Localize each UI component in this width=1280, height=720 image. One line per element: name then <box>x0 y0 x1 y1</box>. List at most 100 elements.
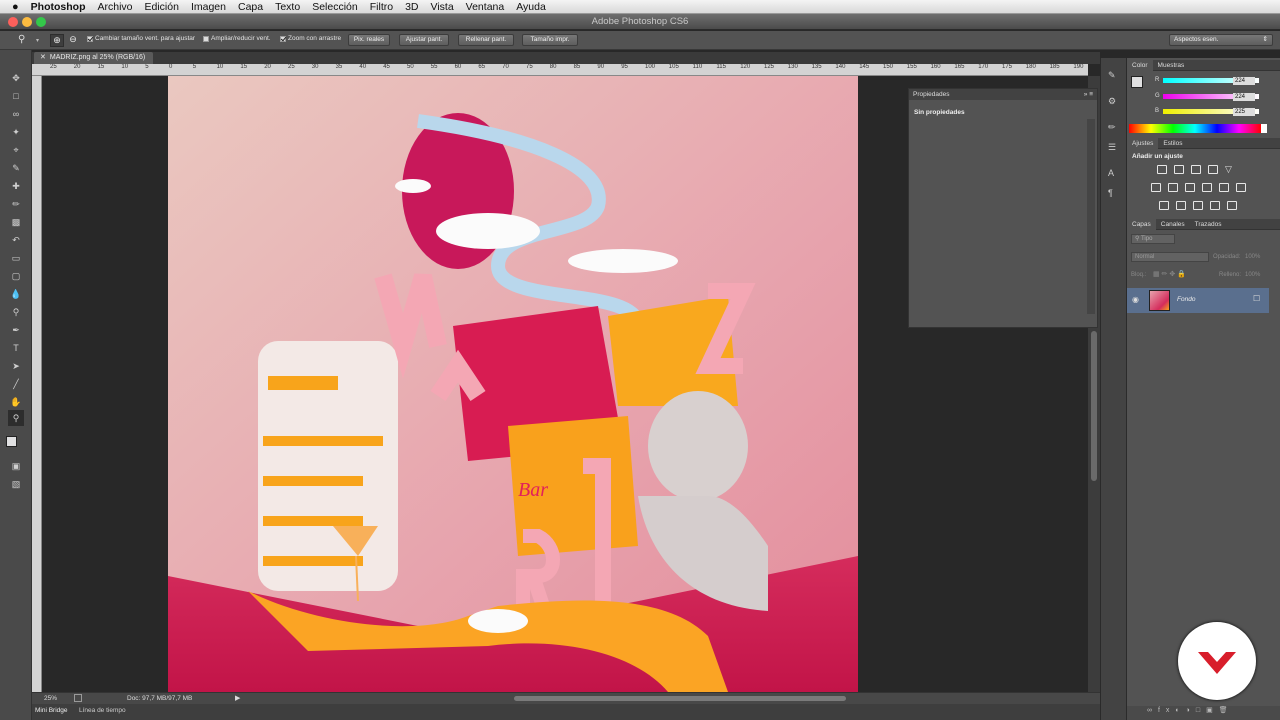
crop-tool-icon[interactable]: ⌖ <box>8 142 24 158</box>
fill-screen-button[interactable]: Rellenar pant. <box>458 34 514 46</box>
photo-filter-icon[interactable] <box>1202 183 1212 192</box>
tab-channels[interactable]: Canales <box>1156 221 1190 228</box>
gradient-tool-icon[interactable]: ▢ <box>8 268 24 284</box>
menu-app[interactable]: Photoshop <box>25 0 92 14</box>
tab-color[interactable]: Color <box>1127 60 1153 71</box>
layer-name[interactable]: Fondo <box>1177 296 1195 303</box>
black-white-icon[interactable] <box>1185 183 1195 192</box>
status-menu-arrow-icon[interactable]: ▶ <box>235 694 240 702</box>
menu-seleccion[interactable]: Selección <box>306 0 364 14</box>
color-foreground-swatch[interactable] <box>1131 76 1143 88</box>
layer-row-fondo[interactable]: ◉ Fondo ☐ <box>1127 288 1269 313</box>
eraser-tool-icon[interactable]: ▭ <box>8 250 24 266</box>
zoom-out-icon[interactable]: ⊖ <box>66 34 80 47</box>
tab-adjustments[interactable]: Ajustes <box>1127 138 1159 149</box>
menu-edicion[interactable]: Edición <box>139 0 185 14</box>
blur-tool-icon[interactable]: 💧 <box>8 286 24 302</box>
path-select-tool-icon[interactable]: ➤ <box>8 358 24 374</box>
quick-mask-icon[interactable]: ▣ <box>8 458 24 474</box>
tab-timeline[interactable]: Línea de tiempo <box>79 707 126 714</box>
color-spectrum-bar[interactable] <box>1129 124 1261 133</box>
fit-window-option[interactable]: Cambiar tamaño vent. para ajustar <box>87 35 195 42</box>
opacity-value[interactable]: 100% <box>1245 254 1260 260</box>
blend-mode-select[interactable]: Normal <box>1131 252 1209 262</box>
vibrance-icon[interactable]: ▽ <box>1225 165 1235 174</box>
type-tool-icon[interactable]: T <box>8 340 24 356</box>
properties-panel-icon[interactable]: ⚙ <box>1108 96 1116 107</box>
fit-screen-button[interactable]: Ajustar pant. <box>399 34 449 46</box>
zoom-all-option[interactable]: Ampliar/reducir vent. <box>203 35 271 42</box>
lasso-tool-icon[interactable]: ∞ <box>8 106 24 122</box>
red-value[interactable]: 224 <box>1233 77 1255 85</box>
channel-mixer-icon[interactable] <box>1219 183 1229 192</box>
zoom-in-icon[interactable]: ⊕ <box>50 34 64 47</box>
menu-imagen[interactable]: Imagen <box>185 0 232 14</box>
layer-filter-select[interactable]: ⚲ Tipo <box>1131 234 1175 244</box>
document-tab[interactable]: ✕ MADRIZ.png al 25% (RGB/16) <box>34 52 154 64</box>
menu-3d[interactable]: 3D <box>399 0 424 14</box>
fill-value[interactable]: 100% <box>1245 272 1260 278</box>
document-info-icon[interactable] <box>74 694 82 702</box>
pen-tool-icon[interactable]: ✒ <box>8 322 24 338</box>
brush-presets-icon[interactable]: ☰ <box>1108 142 1116 153</box>
posterize-icon[interactable] <box>1176 201 1186 210</box>
workspace-select[interactable]: Aspectos esen. ⇕ <box>1169 34 1273 46</box>
lock-icons[interactable]: ▦ ✏ ✥ 🔒 <box>1153 270 1186 278</box>
tab-mini-bridge[interactable]: Mini Bridge <box>35 707 68 714</box>
apple-icon[interactable]: ● <box>0 0 25 14</box>
screen-mode-icon[interactable]: ▧ <box>8 476 24 492</box>
move-tool-icon[interactable]: ✥ <box>8 70 24 86</box>
brush-panel-icon[interactable]: ✏ <box>1108 122 1116 133</box>
quick-select-tool-icon[interactable]: ✦ <box>8 124 24 140</box>
paragraph-panel-icon[interactable]: ¶ <box>1108 188 1113 198</box>
dodge-tool-icon[interactable]: ⚲ <box>8 304 24 320</box>
levels-icon[interactable] <box>1174 165 1184 174</box>
menu-vista[interactable]: Vista <box>425 0 460 14</box>
line-tool-icon[interactable]: ╱ <box>8 376 24 392</box>
panel-collapse-icon[interactable]: » ≡ <box>1084 89 1093 100</box>
tab-layers[interactable]: Capas <box>1127 219 1156 230</box>
invert-icon[interactable] <box>1159 201 1169 210</box>
green-value[interactable]: 224 <box>1233 93 1255 101</box>
layers-footer-toolbar[interactable]: ∞fx◐◑□▣🗑 <box>1127 706 1280 720</box>
selective-color-icon[interactable] <box>1227 201 1237 210</box>
history-brush-tool-icon[interactable]: ↶ <box>8 232 24 248</box>
hue-saturation-icon[interactable] <box>1151 183 1161 192</box>
scrubby-zoom-checkbox[interactable] <box>280 35 286 42</box>
zoom-level[interactable]: 25% <box>44 695 57 702</box>
brightness-contrast-icon[interactable] <box>1157 165 1167 174</box>
vertical-scroll-thumb[interactable] <box>1091 331 1097 481</box>
curves-icon[interactable] <box>1191 165 1201 174</box>
gradient-map-icon[interactable] <box>1210 201 1220 210</box>
hand-tool-icon[interactable]: ✋ <box>8 394 24 410</box>
tab-styles[interactable]: Estilos <box>1158 140 1187 147</box>
history-panel-icon[interactable]: ✎ <box>1108 70 1116 81</box>
visibility-eye-icon[interactable]: ◉ <box>1132 295 1139 304</box>
foreground-color-swatch[interactable] <box>6 436 17 447</box>
print-size-button[interactable]: Tamaño impr. <box>522 34 578 46</box>
zoom-all-checkbox[interactable] <box>203 35 209 42</box>
eyedropper-tool-icon[interactable]: ✎ <box>8 160 24 176</box>
tab-paths[interactable]: Trazados <box>1190 221 1227 228</box>
blue-value[interactable]: 225 <box>1233 108 1255 116</box>
document-image[interactable]: Bar <box>168 76 858 692</box>
white-swatch[interactable] <box>1261 124 1267 133</box>
close-tab-icon[interactable]: ✕ <box>40 54 46 61</box>
horizontal-scroll-thumb[interactable] <box>514 696 846 701</box>
menu-texto[interactable]: Texto <box>269 0 306 14</box>
zoom-tool-icon[interactable]: ⚲ <box>18 34 25 45</box>
menu-archivo[interactable]: Archivo <box>91 0 138 14</box>
healing-brush-tool-icon[interactable]: ✚ <box>8 178 24 194</box>
scrubby-zoom-option[interactable]: Zoom con arrastre <box>280 35 341 42</box>
exposure-icon[interactable] <box>1208 165 1218 174</box>
menu-filtro[interactable]: Filtro <box>364 0 399 14</box>
actual-pixels-button[interactable]: Pix. reales <box>348 34 390 46</box>
brush-tool-icon[interactable]: ✏ <box>8 196 24 212</box>
clone-stamp-tool-icon[interactable]: ▩ <box>8 214 24 230</box>
marquee-tool-icon[interactable]: □ <box>8 88 24 104</box>
threshold-icon[interactable] <box>1193 201 1203 210</box>
color-balance-icon[interactable] <box>1168 183 1178 192</box>
zoom-tool-selected-icon[interactable]: ⚲ <box>8 410 24 426</box>
character-panel-icon[interactable]: A <box>1108 168 1114 178</box>
menu-ayuda[interactable]: Ayuda <box>510 0 552 14</box>
